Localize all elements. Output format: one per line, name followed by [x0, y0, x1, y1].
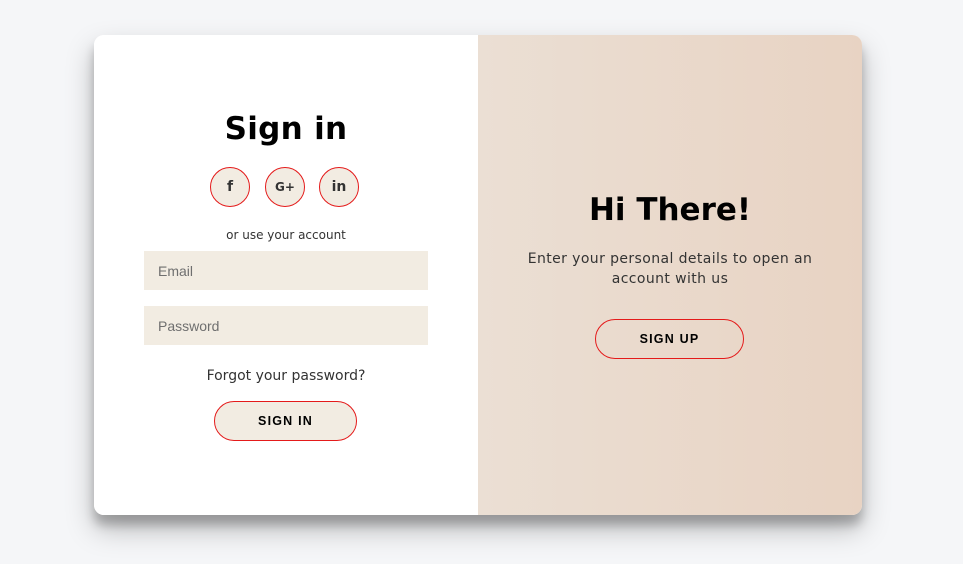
email-field[interactable] — [144, 251, 428, 290]
auth-card: Sign in f G+ in or use your account Forg… — [94, 35, 862, 515]
forgot-password-link[interactable]: Forgot your password? — [94, 368, 478, 384]
overlay-title: Hi There! — [588, 192, 752, 228]
sign-in-title: Sign in — [224, 111, 348, 147]
facebook-button[interactable]: f — [210, 167, 250, 207]
overlay-panel: Hi There! Enter your personal details to… — [478, 35, 862, 515]
linkedin-icon: in — [331, 179, 347, 195]
alternate-login-text: or use your account — [226, 228, 346, 242]
facebook-icon: f — [226, 179, 234, 195]
password-field[interactable] — [144, 306, 428, 345]
sign-in-panel: Sign in f G+ in or use your account Forg… — [94, 35, 478, 515]
sign-up-button[interactable]: Sign Up — [595, 319, 744, 359]
sign-in-button[interactable]: Sign In — [214, 401, 357, 441]
social-buttons: f G+ in — [210, 167, 362, 209]
linkedin-button[interactable]: in — [319, 167, 359, 207]
overlay-message: Enter your personal details to open an a… — [527, 251, 813, 287]
google-plus-button[interactable]: G+ — [265, 167, 305, 207]
google-plus-icon: G+ — [275, 180, 295, 194]
